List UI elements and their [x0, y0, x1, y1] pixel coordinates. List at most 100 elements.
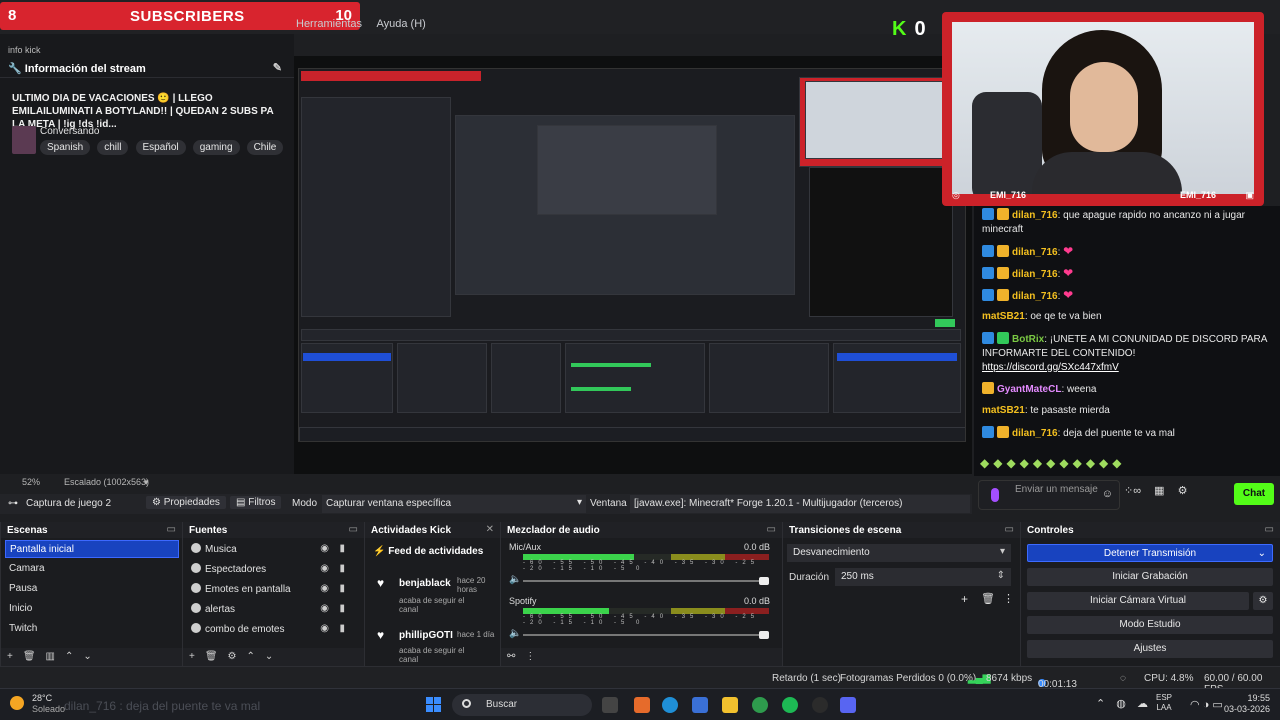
menu-help[interactable]: Ayuda (H) [376, 18, 425, 30]
settings-dots-icon[interactable]: ⁘∞ [1124, 485, 1141, 497]
menu-tools[interactable]: Herramientas [296, 18, 362, 30]
chat-username[interactable]: GyantMateCL [997, 384, 1061, 395]
dock-menu-icon[interactable]: ▭ [767, 524, 776, 535]
store-icon[interactable] [692, 697, 708, 713]
transition-select[interactable]: Desvanecimiento ▾ [787, 544, 1011, 562]
chevron-up-icon[interactable]: ⌃ [247, 651, 255, 662]
duration-input[interactable]: 250 ms ⇕ [835, 568, 1011, 586]
discord-icon[interactable] [840, 697, 856, 713]
source-item[interactable]: combo de emotes ◉ ▮ [187, 620, 361, 638]
stop-stream-button[interactable]: Detener Transmisión ⌄ [1027, 544, 1273, 562]
chevron-down-icon[interactable]: ▾ [144, 477, 149, 488]
network-icon[interactable]: ◍ [1116, 698, 1126, 710]
lock-icon[interactable]: ▮ [339, 623, 345, 634]
trash-icon[interactable]: 🗑 [205, 651, 218, 662]
chat-username[interactable]: dilan_716 [1012, 247, 1058, 258]
chat-username[interactable]: matSB21 [982, 311, 1025, 322]
more-icon[interactable]: ⋮ [525, 651, 535, 662]
eye-icon[interactable]: ◉ [320, 563, 329, 574]
obs-icon[interactable] [812, 697, 828, 713]
zoom-level[interactable]: 52% [22, 477, 40, 487]
scaling-label[interactable]: Escalado (1002x563) [64, 477, 149, 487]
properties-button[interactable]: ⚙ Propiedades [146, 496, 226, 509]
chat-username[interactable]: BotRix [1012, 334, 1044, 345]
slider-knob[interactable] [759, 577, 769, 585]
eye-icon[interactable]: ◉ [320, 603, 329, 614]
trash-icon[interactable]: 🗑 [981, 592, 995, 605]
chevron-down-icon[interactable]: ⌄ [83, 651, 91, 662]
gear-icon[interactable]: ⚙ [1178, 485, 1188, 497]
speaker-icon[interactable]: 🔈 [509, 574, 521, 585]
scene-item[interactable]: Camara [5, 560, 179, 578]
add-icon[interactable]: + [7, 651, 13, 662]
source-item[interactable]: Emotes en pantalla ◉ ▮ [187, 580, 361, 598]
clock[interactable]: 19:55 03-03-2026 [1224, 693, 1270, 715]
lock-icon[interactable]: ▮ [339, 543, 345, 554]
chevron-up-icon[interactable]: ⌃ [65, 651, 73, 662]
trash-icon[interactable]: 🗑 [23, 651, 36, 662]
filters-button[interactable]: ▤ Filtros [230, 496, 282, 509]
edit-icon[interactable]: ✎ [273, 61, 282, 74]
scene-item[interactable]: Pausa [5, 580, 179, 598]
chat-username[interactable]: dilan_716 [1012, 269, 1058, 280]
lock-icon[interactable]: ▮ [339, 563, 345, 574]
volume-slider[interactable] [523, 631, 769, 639]
dock-menu-icon[interactable]: ▭ [349, 524, 358, 535]
onedrive-icon[interactable]: ☁ [1137, 698, 1148, 710]
copilot-icon[interactable] [634, 697, 650, 713]
source-item[interactable]: Musica ◉ ▮ [187, 540, 361, 558]
gear-icon[interactable]: ⚙ [228, 651, 237, 662]
start-recording-button[interactable]: Iniciar Grabación [1027, 568, 1273, 586]
close-icon[interactable]: ✕ [486, 524, 494, 535]
eye-icon[interactable]: ◉ [320, 543, 329, 554]
emoji-icon[interactable]: ☺ [1102, 488, 1113, 500]
emote-bar[interactable]: ◆◆◆◆◆◆◆◆◆◆◆ [980, 456, 1200, 472]
scene-item[interactable]: Inicio [5, 600, 179, 618]
add-icon[interactable]: + [961, 592, 968, 606]
chat-username[interactable]: dilan_716 [1012, 291, 1058, 302]
gear-icon[interactable]: ⚙ [1253, 592, 1273, 610]
chat-username[interactable]: dilan_716 [1012, 428, 1058, 439]
lock-icon[interactable]: ▮ [339, 603, 345, 614]
link-icon[interactable]: ⚯ [507, 651, 515, 662]
more-icon[interactable]: ⋮ [1003, 592, 1014, 605]
stepper-icon[interactable]: ⇕ [997, 570, 1005, 581]
taskbar-search[interactable]: Buscar [452, 694, 592, 716]
windows-start-icon[interactable] [426, 697, 442, 713]
lock-icon[interactable]: ▮ [339, 583, 345, 594]
dock-menu-icon[interactable]: ▭ [1265, 524, 1274, 535]
volume-slider[interactable] [523, 577, 769, 585]
start-virtual-camera-button[interactable]: Iniciar Cámara Virtual [1027, 592, 1249, 610]
chevron-down-icon[interactable]: ⌄ [265, 651, 273, 662]
chrome-icon[interactable] [752, 697, 768, 713]
add-icon[interactable]: + [189, 651, 195, 662]
eye-icon[interactable]: ◉ [320, 583, 329, 594]
studio-mode-button[interactable]: Modo Estudio [1027, 616, 1273, 634]
chat-link[interactable]: https://discord.gg/SXc447xfmV [982, 362, 1119, 373]
mode-select[interactable]: Capturar ventana específica ▾ [322, 495, 586, 513]
slider-knob[interactable] [759, 631, 769, 639]
edge-icon[interactable] [662, 697, 678, 713]
filter-icon[interactable]: ▥ [46, 651, 55, 662]
scene-item[interactable]: Pantalla inicial [5, 540, 179, 558]
source-item[interactable]: alertas ◉ ▮ [187, 600, 361, 618]
chat-username[interactable]: matSB21 [982, 405, 1025, 416]
wifi-volume-battery-icon[interactable]: ◠ ◑ ▭ [1190, 698, 1223, 711]
chevron-down-icon[interactable]: ⌄ [1258, 545, 1266, 563]
chat-username[interactable]: dilan_716 [1012, 210, 1058, 221]
chevron-up-icon[interactable]: ⌃ [1096, 698, 1105, 710]
explorer-icon[interactable] [722, 697, 738, 713]
mic-icon[interactable] [991, 488, 999, 502]
eye-icon[interactable]: ◉ [320, 623, 329, 634]
chat-send-button[interactable]: Chat [1234, 483, 1274, 505]
dock-menu-icon[interactable]: ▭ [1005, 524, 1014, 535]
task-view-icon[interactable] [602, 697, 618, 713]
gift-icon[interactable]: ▦ [1154, 485, 1164, 497]
spotify-icon[interactable] [782, 697, 798, 713]
scene-item[interactable]: Twitch [5, 620, 179, 638]
dock-menu-icon[interactable]: ▭ [167, 524, 176, 535]
source-item[interactable]: Espectadores ◉ ▮ [187, 560, 361, 578]
language-indicator[interactable]: ESP LAA [1156, 693, 1172, 713]
chat-input[interactable]: Enviar un mensaje ☺ [978, 480, 1120, 510]
window-select[interactable]: [javaw.exe]: Minecraft* Forge 1.20.1 - M… [630, 495, 970, 513]
